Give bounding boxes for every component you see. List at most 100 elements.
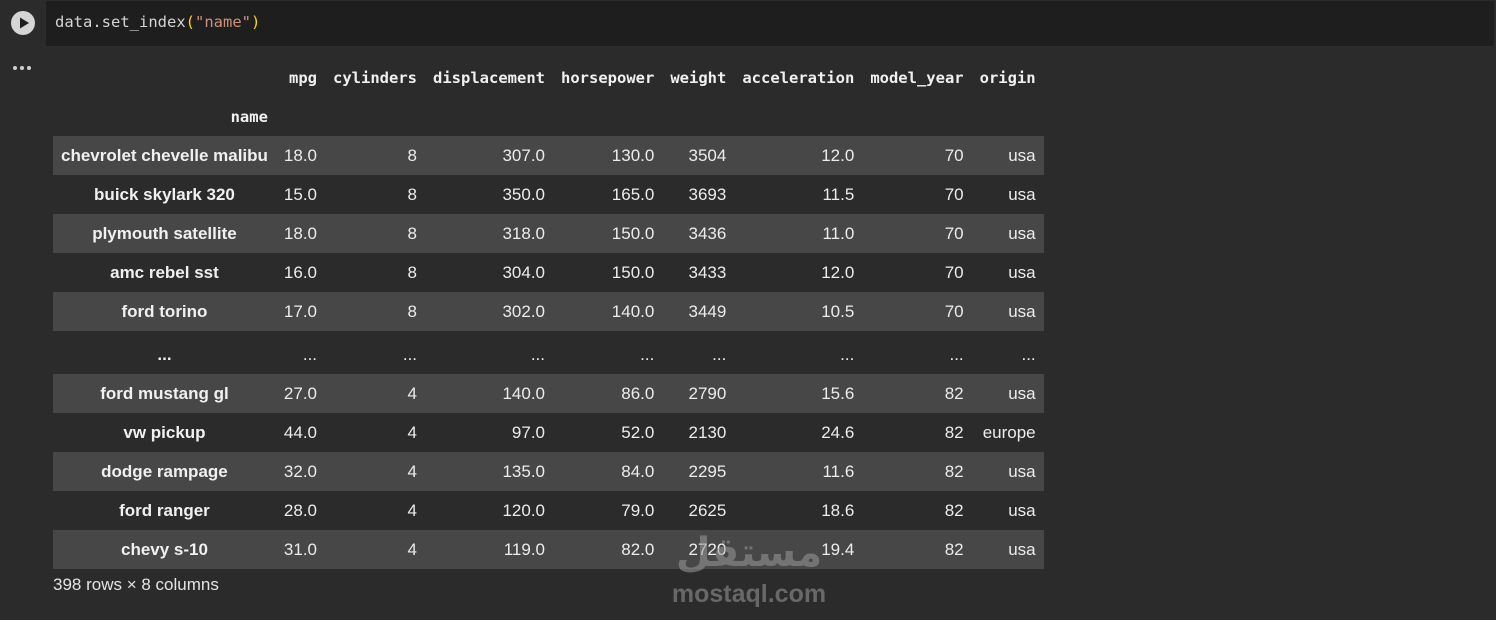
table-cell: 3693 bbox=[688, 184, 727, 204]
table-cell: 8 bbox=[407, 262, 418, 282]
column-header: horsepower bbox=[561, 68, 655, 87]
index-name-row: name bbox=[53, 97, 1044, 136]
table-cell: 32.0 bbox=[283, 461, 318, 481]
empty-header-cell bbox=[972, 97, 1044, 136]
table-cell: 44.0 bbox=[283, 422, 318, 442]
table-cell: 15.6 bbox=[821, 383, 855, 403]
table-cell: ... bbox=[530, 344, 545, 364]
table-cell: 4 bbox=[407, 539, 418, 559]
table-cell: 11.6 bbox=[822, 461, 855, 481]
table-cell: 3504 bbox=[688, 145, 727, 165]
row-index-label: ford mustang gl bbox=[100, 383, 229, 403]
empty-header-cell bbox=[553, 97, 662, 136]
code-input-row: data.set_index("name") bbox=[0, 0, 1496, 47]
cell-output: mpg cylinders displacement horsepower we… bbox=[53, 58, 1044, 569]
row-index-label: ford ranger bbox=[119, 500, 210, 520]
table-cell: 27.0 bbox=[283, 383, 318, 403]
table-cell: ... bbox=[1021, 344, 1036, 364]
table-cell: 11.0 bbox=[822, 223, 855, 243]
output-actions-button[interactable] bbox=[10, 58, 34, 78]
table-cell: 70 bbox=[944, 301, 964, 321]
table-cell: 140.0 bbox=[611, 301, 655, 321]
table-cell: 18.0 bbox=[283, 145, 318, 165]
table-row: ford torino 17.0 8 302.0 140.0 3449 10.5… bbox=[53, 292, 1044, 331]
table-cell: ... bbox=[712, 344, 727, 364]
table-cell: 79.0 bbox=[621, 500, 655, 520]
row-index-label: buick skylark 320 bbox=[94, 184, 235, 204]
table-cell: 2295 bbox=[688, 461, 727, 481]
table-cell: europe bbox=[982, 422, 1036, 442]
table-cell: 24.6 bbox=[821, 422, 855, 442]
table-cell: 2130 bbox=[688, 422, 727, 442]
table-cell: 18.0 bbox=[283, 223, 318, 243]
dataframe-shape-note: 398 rows × 8 columns bbox=[53, 575, 219, 594]
table-cell: usa bbox=[1008, 383, 1036, 403]
table-cell: 82 bbox=[944, 500, 964, 520]
run-cell-button[interactable] bbox=[11, 11, 35, 35]
table-cell: 4 bbox=[407, 383, 418, 403]
code-object: data bbox=[55, 13, 93, 31]
more-dot-icon bbox=[27, 66, 31, 70]
table-cell: 11.5 bbox=[822, 184, 855, 204]
table-cell: 70 bbox=[944, 184, 964, 204]
table-cell: 86.0 bbox=[621, 383, 655, 403]
table-cell: 350.0 bbox=[502, 184, 545, 204]
code-line: data.set_index("name") bbox=[55, 13, 260, 31]
table-cell: 28.0 bbox=[283, 500, 318, 520]
empty-header-cell bbox=[734, 97, 862, 136]
code-editor[interactable]: data.set_index("name") bbox=[46, 1, 1494, 46]
table-cell: 4 bbox=[407, 500, 418, 520]
table-cell: usa bbox=[1008, 539, 1036, 559]
table-cell: 8 bbox=[407, 223, 418, 243]
row-index-label: chevrolet chevelle malibu bbox=[61, 145, 268, 165]
table-cell: 3449 bbox=[688, 301, 727, 321]
row-index-label: dodge rampage bbox=[101, 461, 228, 481]
table-cell: 18.6 bbox=[821, 500, 855, 520]
watermark-arabic-text: مستقل bbox=[675, 530, 823, 576]
table-cell: 119.0 bbox=[503, 539, 545, 559]
table-cell: 150.0 bbox=[611, 262, 655, 282]
column-header-row: mpg cylinders displacement horsepower we… bbox=[53, 58, 1044, 97]
table-row: ford mustang gl 27.0 4 140.0 86.0 2790 1… bbox=[53, 374, 1044, 413]
code-method: .set_index bbox=[92, 13, 186, 31]
table-cell: 16.0 bbox=[283, 262, 318, 282]
table-cell: 3433 bbox=[688, 262, 727, 282]
row-index-label: ... bbox=[157, 344, 172, 364]
table-cell: 52.0 bbox=[621, 422, 655, 442]
table-cell: 15.0 bbox=[283, 184, 318, 204]
empty-header-cell bbox=[425, 97, 553, 136]
column-header: cylinders bbox=[333, 68, 418, 87]
table-cell: 82 bbox=[944, 461, 964, 481]
table-cell: 130.0 bbox=[611, 145, 655, 165]
table-cell: 3436 bbox=[688, 223, 727, 243]
watermark-logo: مستقل mostaql.com bbox=[664, 530, 834, 610]
table-cell: ... bbox=[840, 344, 855, 364]
table-cell: usa bbox=[1008, 184, 1036, 204]
table-cell: 12.0 bbox=[821, 262, 855, 282]
table-cell: 165.0 bbox=[611, 184, 655, 204]
column-header: origin bbox=[979, 68, 1036, 87]
table-cell: 70 bbox=[944, 262, 964, 282]
table-row: ford ranger 28.0 4 120.0 79.0 2625 18.6 … bbox=[53, 491, 1044, 530]
table-cell: 31.0 bbox=[283, 539, 318, 559]
table-cell: 318.0 bbox=[502, 223, 545, 243]
code-string-argument: "name" bbox=[195, 13, 251, 31]
table-cell: 135.0 bbox=[502, 461, 545, 481]
column-header: weight bbox=[670, 68, 727, 87]
play-icon bbox=[20, 17, 29, 29]
table-cell: 82 bbox=[944, 383, 964, 403]
ellipsis-row: ... ... ... ... ... ... ... ... ... bbox=[53, 331, 1044, 374]
empty-header-cell bbox=[662, 97, 734, 136]
row-index-label: amc rebel sst bbox=[110, 262, 219, 282]
column-header: model_year bbox=[870, 68, 964, 87]
table-row: chevy s-10 31.0 4 119.0 82.0 2720 19.4 8… bbox=[53, 530, 1044, 569]
dataframe-table: mpg cylinders displacement horsepower we… bbox=[53, 58, 1044, 569]
table-cell: 304.0 bbox=[502, 262, 545, 282]
table-cell: usa bbox=[1008, 145, 1036, 165]
table-row: chevrolet chevelle malibu 18.0 8 307.0 1… bbox=[53, 136, 1044, 175]
table-cell: 8 bbox=[407, 145, 418, 165]
table-cell: 120.0 bbox=[502, 500, 545, 520]
table-cell: 140.0 bbox=[502, 383, 545, 403]
row-index-label: ford torino bbox=[121, 301, 208, 321]
table-cell: 2790 bbox=[688, 383, 727, 403]
